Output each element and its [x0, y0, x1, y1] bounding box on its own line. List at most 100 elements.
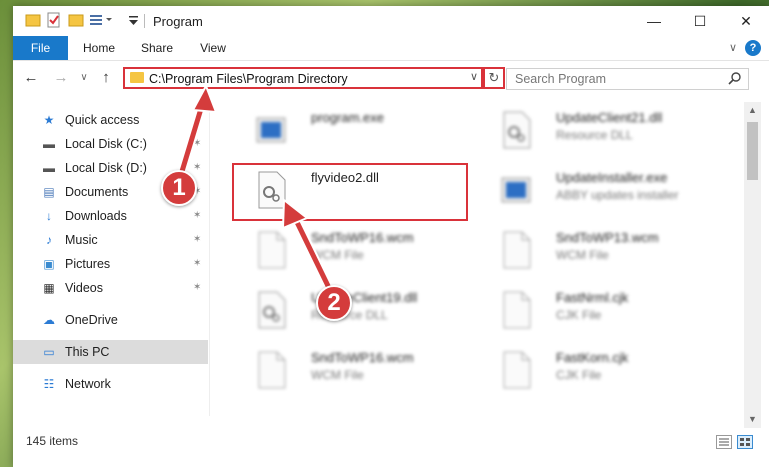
sidebar-item-quick-access[interactable]: ★ Quick access: [13, 108, 208, 132]
callout-badge-1: 1: [161, 170, 197, 206]
new-folder-icon[interactable]: [68, 12, 84, 28]
exe-icon: [255, 110, 287, 150]
file-name: SndToWP16.wcm: [311, 230, 414, 245]
pin-icon[interactable]: ✶: [193, 132, 201, 156]
pin-icon[interactable]: ✶: [193, 204, 201, 228]
file-description: WCM File: [311, 248, 364, 262]
expand-ribbon-icon[interactable]: ∨: [725, 40, 741, 56]
file-item[interactable]: SndToWP16.wcm WCM File: [233, 226, 473, 274]
sidebar-item-label: Videos: [65, 281, 103, 295]
navigation-pane: ★ Quick access ▬ Local Disk (C:) ✶ ▬ Local Dis…: [13, 96, 208, 428]
pin-icon[interactable]: ✶: [193, 276, 201, 300]
tab-home[interactable]: Home: [75, 36, 123, 60]
file-item[interactable]: program.exe: [233, 106, 473, 154]
item-count: 145 items: [26, 434, 79, 448]
sidebar-item-label: This PC: [65, 345, 110, 359]
file-name: program.exe: [311, 110, 384, 125]
videos-icon: ▦: [43, 281, 55, 295]
refresh-button[interactable]: ↻: [483, 67, 505, 89]
navigation-bar: ← → ∨ ↑ C:\Program Files\Program Directo…: [13, 61, 769, 95]
sidebar-item-label: OneDrive: [65, 313, 118, 327]
file-name: UpdateClient21.dll: [556, 110, 663, 125]
file-icon: [500, 350, 532, 390]
pin-icon[interactable]: ✶: [193, 228, 201, 252]
sidebar-item-network[interactable]: ☷ Network: [13, 372, 208, 396]
properties-icon[interactable]: [46, 12, 62, 28]
file-list: program.exe UpdateClient21.dll Resource DL…: [213, 96, 743, 426]
customize-toolbar-icon[interactable]: [89, 12, 117, 28]
sidebar-item-pictures[interactable]: ▣ Pictures ✶: [13, 252, 208, 276]
file-item[interactable]: SndToWP16.wcm WCM File: [233, 346, 473, 394]
sidebar-item-onedrive[interactable]: ☁ OneDrive: [13, 308, 208, 332]
sidebar-item-music[interactable]: ♪ Music ✶: [13, 228, 208, 252]
music-icon: ♪: [46, 233, 52, 247]
exe-icon: [500, 170, 532, 210]
file-name: SndToWP16.wcm: [311, 350, 414, 365]
recent-locations-icon[interactable]: ∨: [76, 70, 92, 86]
scrollbar-thumb[interactable]: [747, 122, 758, 180]
file-icon: [500, 290, 532, 330]
sidebar-item-label: Local Disk (D:): [65, 161, 147, 175]
file-item[interactable]: UpdateClient21.dll Resource DLL: [478, 106, 718, 154]
title-divider: [144, 14, 145, 28]
minimize-button[interactable]: —: [631, 6, 677, 36]
search-icon: [728, 71, 742, 88]
help-icon[interactable]: ?: [745, 40, 761, 56]
file-name: UpdateInstaller.exe: [556, 170, 668, 185]
sidebar-item-label: Downloads: [65, 209, 127, 223]
sidebar-item-downloads[interactable]: ↓ Downloads ✶: [13, 204, 208, 228]
file-item[interactable]: FastKorn.cjk CJK File: [478, 346, 718, 394]
sidebar-item-label: Documents: [65, 185, 129, 199]
close-button[interactable]: ✕: [723, 6, 769, 36]
sidebar-item-this-pc[interactable]: ▭ This PC: [13, 340, 208, 364]
pin-icon[interactable]: ✶: [193, 156, 201, 180]
status-bar: 145 items: [13, 429, 769, 467]
file-description: Resource DLL: [556, 128, 633, 142]
file-description: ABBY updates installer: [556, 188, 679, 202]
drive-icon: ▬: [43, 161, 55, 175]
sidebar-item-label: Pictures: [65, 257, 111, 271]
back-arrow-icon[interactable]: ←: [23, 70, 39, 86]
up-arrow-icon[interactable]: ↑: [98, 70, 114, 86]
chevron-down-icon[interactable]: [126, 12, 142, 28]
large-icons-view-icon[interactable]: [737, 435, 753, 449]
pin-icon[interactable]: ✶: [193, 252, 201, 276]
sidebar-item-videos[interactable]: ▦ Videos ✶: [13, 276, 208, 300]
network-icon: ☷: [43, 377, 55, 391]
file-item[interactable]: FastNrml.cjk CJK File: [478, 286, 718, 334]
file-icon: [255, 230, 287, 270]
documents-icon: ▤: [43, 185, 55, 199]
pictures-icon: ▣: [43, 257, 55, 271]
sidebar-item-label: Network: [65, 377, 111, 391]
vertical-scrollbar[interactable]: ▲ ▼: [744, 102, 761, 428]
search-input[interactable]: Search Program: [506, 68, 749, 90]
chevron-down-icon[interactable]: ∨: [470, 70, 478, 83]
address-path: C:\Program Files\Program Directory: [149, 72, 348, 86]
sidebar-item-label: Local Disk (C:): [65, 137, 147, 151]
sidebar-item-local-disk-c[interactable]: ▬ Local Disk (C:) ✶: [13, 132, 208, 156]
scroll-down-icon[interactable]: ▼: [744, 411, 761, 428]
tab-file[interactable]: File: [13, 36, 68, 60]
file-description: WCM File: [311, 368, 364, 382]
dll-icon: [255, 290, 287, 330]
drive-icon: ▬: [43, 137, 55, 151]
explorer-window: Program — ☐ ✕ File Home Share View ∨ ? ←…: [13, 6, 769, 467]
file-description: CJK File: [556, 368, 602, 382]
star-icon: ★: [43, 113, 55, 127]
file-item[interactable]: UpdateClient19.dll Resource DLL: [233, 286, 473, 334]
file-item[interactable]: UpdateInstaller.exe ABBY updates installe…: [478, 166, 718, 214]
sidebar-item-label: Quick access: [65, 113, 140, 127]
pane-divider[interactable]: [209, 96, 210, 416]
address-bar[interactable]: C:\Program Files\Program Directory ∨: [123, 67, 483, 89]
scroll-up-icon[interactable]: ▲: [744, 102, 761, 119]
computer-icon: ▭: [43, 345, 55, 359]
details-view-icon[interactable]: [716, 435, 732, 449]
ribbon: File Home Share View ∨ ?: [13, 36, 769, 61]
forward-arrow-icon[interactable]: →: [53, 70, 69, 86]
tab-view[interactable]: View: [191, 36, 235, 60]
cloud-icon: ☁: [43, 313, 55, 327]
maximize-button[interactable]: ☐: [677, 6, 723, 36]
title-bar: Program — ☐ ✕: [13, 6, 769, 36]
file-item[interactable]: SndToWP13.wcm WCM File: [478, 226, 718, 274]
tab-share[interactable]: Share: [133, 36, 181, 60]
